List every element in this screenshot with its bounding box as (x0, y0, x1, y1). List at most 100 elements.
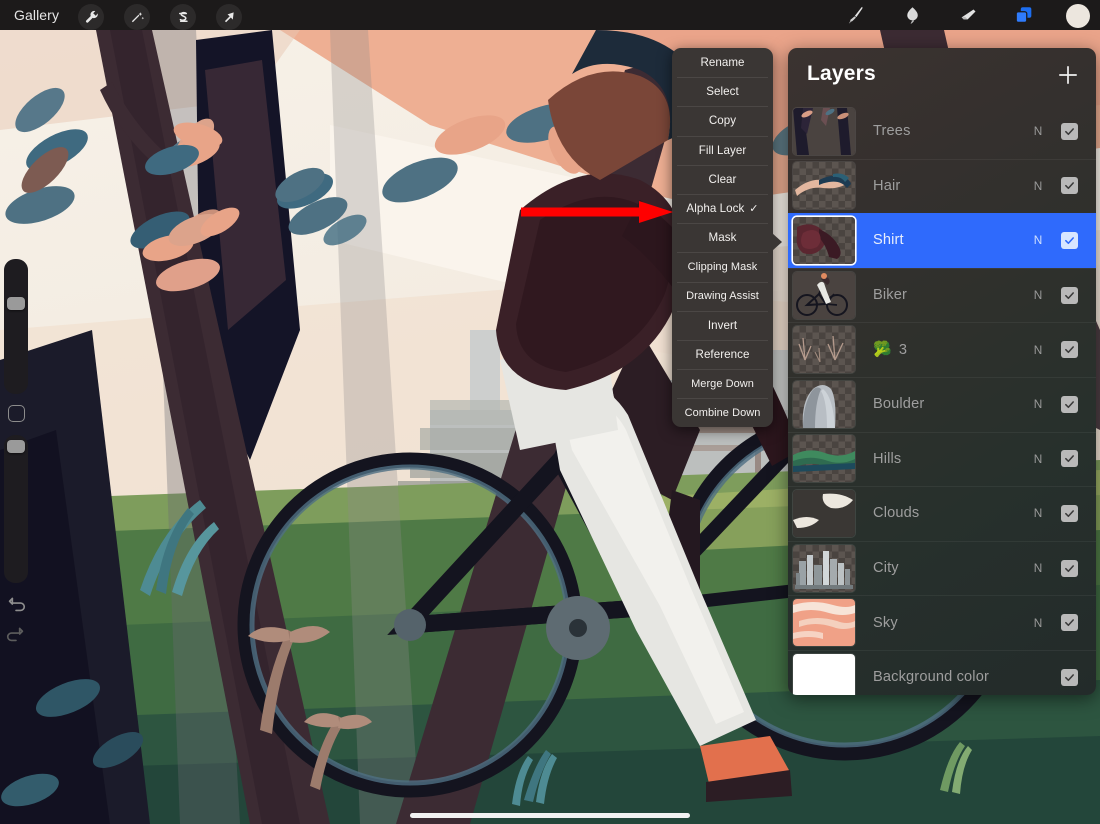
layer-name: Biker (873, 287, 1025, 303)
procreate-app: Gallery Rename Select Copy Fill Layer Cl… (0, 0, 1100, 824)
brush-size-handle[interactable] (7, 297, 25, 310)
modify-button[interactable] (8, 405, 25, 422)
layer-thumbnail[interactable] (793, 162, 855, 210)
layer-row-trees[interactable]: Trees N (788, 104, 1096, 159)
undo-button[interactable] (5, 593, 27, 615)
layer-visibility-checkbox[interactable] (1061, 668, 1078, 686)
layer-visibility-checkbox[interactable] (1061, 614, 1078, 632)
menu-item-label: Merge Down (691, 377, 754, 390)
layer-thumbnail[interactable] (793, 544, 855, 592)
layer-blend-mode[interactable]: N (1025, 179, 1051, 193)
layer-name-text: Trees (873, 123, 911, 140)
menu-item-select[interactable]: Select (672, 77, 773, 106)
layer-context-menu[interactable]: Rename Select Copy Fill Layer Clear Alph… (672, 48, 773, 428)
layer-row-group-3[interactable]: 🥦 3 N (788, 322, 1096, 377)
layer-name-text: Clouds (873, 505, 920, 522)
layer-visibility-checkbox[interactable] (1061, 395, 1078, 413)
layer-row-biker[interactable]: Biker N (788, 267, 1096, 323)
brush-opacity-handle[interactable] (7, 440, 25, 453)
layer-thumbnail[interactable] (793, 107, 855, 155)
layer-visibility-checkbox[interactable] (1061, 231, 1078, 249)
layer-visibility-checkbox[interactable] (1061, 341, 1078, 359)
layer-row-background-color[interactable]: Background color (788, 649, 1096, 695)
layer-visibility-checkbox[interactable] (1061, 177, 1078, 195)
layer-row-boulder[interactable]: Boulder N (788, 376, 1096, 432)
layer-row-shirt[interactable]: Shirt N (788, 213, 1096, 268)
layer-name: City (873, 560, 1025, 576)
layer-name: Sky (873, 615, 1025, 631)
layer-thumbnail[interactable] (793, 326, 855, 374)
layer-blend-mode[interactable]: N (1025, 397, 1051, 411)
layer-name: Trees (873, 123, 1025, 139)
menu-item-combine-down[interactable]: Combine Down (672, 398, 773, 427)
menu-item-fill-layer[interactable]: Fill Layer (672, 135, 773, 165)
layer-blend-mode[interactable]: N (1025, 124, 1051, 138)
layers-panel: Layers Trees N Hair N Shirt N Biker N 🥦 … (788, 48, 1096, 695)
layer-row-city[interactable]: City N (788, 540, 1096, 596)
menu-item-label: Invert (707, 318, 738, 332)
layer-thumbnail[interactable] (793, 653, 855, 695)
thumb-art-trees (793, 107, 855, 155)
layer-thumbnail[interactable] (793, 599, 855, 647)
layer-thumbnail[interactable] (793, 271, 855, 319)
layer-thumbnail[interactable] (793, 435, 855, 483)
menu-item-copy[interactable]: Copy (672, 106, 773, 135)
layer-blend-mode[interactable]: N (1025, 343, 1051, 357)
layer-row-sky[interactable]: Sky N (788, 595, 1096, 650)
menu-item-label: Reference (695, 347, 750, 361)
top-toolbar: Gallery (0, 0, 1100, 30)
redo-button[interactable] (5, 623, 27, 645)
magic-wand-icon[interactable] (124, 4, 150, 30)
layer-thumbnail[interactable] (793, 380, 855, 428)
wrench-icon[interactable] (78, 4, 104, 30)
layer-blend-mode[interactable]: N (1025, 452, 1051, 466)
layer-name: Boulder (873, 396, 1025, 412)
menu-item-alpha-lock[interactable]: Alpha Lock ✓ (672, 193, 773, 223)
thumb-art-hair (793, 162, 855, 209)
layer-row-clouds[interactable]: Clouds N (788, 486, 1096, 541)
menu-item-rename[interactable]: Rename (672, 48, 773, 77)
color-swatch-button[interactable] (1066, 4, 1090, 28)
layers-panel-header: Layers (788, 48, 1096, 104)
menu-item-merge-down[interactable]: Merge Down (672, 369, 773, 398)
selection-icon[interactable] (170, 4, 196, 30)
layer-visibility-checkbox[interactable] (1061, 286, 1078, 304)
context-menu-caret (772, 233, 782, 251)
layer-thumbnail[interactable] (793, 216, 855, 264)
layer-visibility-checkbox[interactable] (1061, 450, 1078, 468)
paintbrush-icon[interactable] (842, 3, 870, 27)
brush-size-slider[interactable] (4, 259, 28, 394)
menu-item-reference[interactable]: Reference (672, 339, 773, 369)
layer-blend-mode[interactable]: N (1025, 561, 1051, 575)
gallery-button[interactable]: Gallery (14, 4, 59, 26)
layer-name-text: Hair (873, 177, 901, 194)
layer-name: Background color (873, 669, 1025, 685)
layers-icon[interactable] (1010, 3, 1038, 27)
menu-item-drawing-assist[interactable]: Drawing Assist (672, 281, 773, 311)
menu-item-label: Clear (708, 172, 737, 186)
brush-opacity-slider[interactable] (4, 435, 28, 583)
layer-visibility-checkbox[interactable] (1061, 504, 1078, 522)
layer-blend-mode[interactable]: N (1025, 233, 1051, 247)
smudge-icon[interactable] (898, 3, 926, 27)
menu-item-clear[interactable]: Clear (672, 164, 773, 194)
menu-item-label: Drawing Assist (686, 290, 759, 303)
layer-thumbnail[interactable] (793, 489, 855, 537)
home-indicator (410, 813, 690, 818)
layer-blend-mode[interactable]: N (1025, 506, 1051, 520)
layer-visibility-checkbox[interactable] (1061, 559, 1078, 577)
layer-row-hair[interactable]: Hair N (788, 158, 1096, 214)
thumb-art-boulder (793, 381, 855, 428)
layer-blend-mode[interactable]: N (1025, 616, 1051, 630)
layer-visibility-checkbox[interactable] (1061, 122, 1078, 140)
transform-arrow-icon[interactable] (216, 4, 242, 30)
layer-row-hills[interactable]: Hills N (788, 431, 1096, 487)
menu-item-label: Alpha Lock (686, 202, 745, 216)
menu-item-mask[interactable]: Mask (672, 223, 773, 252)
add-layer-button[interactable] (1055, 62, 1081, 88)
eraser-icon[interactable] (954, 3, 982, 27)
menu-item-invert[interactable]: Invert (672, 310, 773, 340)
layer-blend-mode[interactable]: N (1025, 288, 1051, 302)
layers-title: Layers (807, 62, 876, 85)
menu-item-clipping-mask[interactable]: Clipping Mask (672, 252, 773, 281)
